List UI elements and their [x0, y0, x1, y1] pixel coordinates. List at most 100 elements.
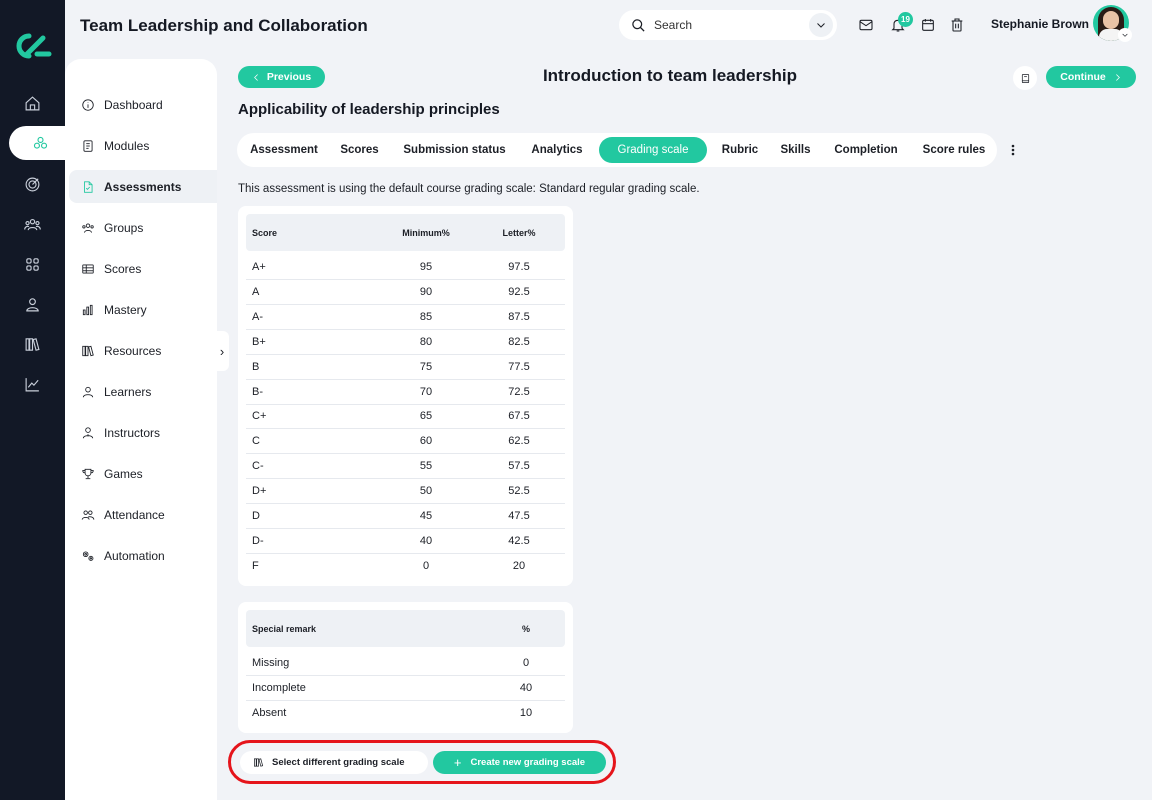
letter-cell: 77.5: [508, 360, 530, 373]
gears-icon: [82, 550, 94, 561]
book-button[interactable]: [1013, 66, 1037, 90]
table-row: Absent 10: [246, 701, 565, 726]
previous-label: Previous: [266, 71, 312, 83]
table-row: D+ 50 52.5: [246, 479, 565, 505]
chevron-down-icon: [1122, 33, 1128, 37]
sidebar-item-resources[interactable]: Resources: [69, 334, 217, 367]
sidebar-item-label: Modules: [104, 138, 150, 153]
calendar-button[interactable]: [920, 17, 936, 33]
rail-home[interactable]: [0, 86, 65, 120]
sidebar-item-learners[interactable]: Learners: [69, 375, 217, 408]
trash-icon: [951, 18, 963, 32]
continue-label: Continue: [1060, 71, 1106, 83]
sidebar-item-scores[interactable]: Scores: [69, 252, 217, 285]
table-row: C 60 62.5: [246, 429, 565, 455]
instructor-icon: [82, 426, 94, 438]
minimum-cell: 50: [419, 485, 433, 498]
rail-people[interactable]: [0, 207, 65, 241]
chevron-right-icon: ›: [219, 343, 225, 359]
app-title: Team Leadership and Collaboration: [80, 16, 368, 35]
sidebar-item-modules[interactable]: Modules: [69, 129, 217, 162]
book-icon: [1021, 73, 1029, 83]
notification-badge: 19: [898, 12, 913, 27]
tab-grading-scale[interactable]: Grading scale: [599, 137, 707, 163]
more-vertical-icon: [1011, 144, 1015, 156]
user-icon: [26, 297, 39, 311]
table-row: F 0 20: [246, 554, 565, 579]
tab-submission-status[interactable]: Submission status: [395, 137, 514, 163]
search-icon: [632, 18, 645, 32]
tab-score-rules[interactable]: Score rules: [917, 137, 991, 163]
info-icon: [82, 98, 94, 111]
table-row: B 75 77.5: [246, 355, 565, 380]
column-header-score: Score: [252, 227, 278, 238]
tab-skills[interactable]: Skills: [773, 137, 818, 163]
more-tabs-button[interactable]: [1005, 142, 1021, 158]
sidebar-item-label: Attendance: [104, 507, 165, 522]
books-icon: [82, 345, 94, 356]
table-row: A- 85 87.5: [246, 305, 565, 330]
letter-cell: 57.5: [508, 460, 530, 473]
sidebar-item-attendance[interactable]: Attendance: [69, 498, 217, 531]
create-grading-scale-button[interactable]: + Create new grading scale: [433, 751, 606, 774]
letter-cell: 82.5: [508, 335, 530, 348]
table-row: Incomplete 40: [246, 676, 565, 701]
score-cell: B-: [252, 385, 263, 398]
search-box[interactable]: Search: [619, 10, 837, 40]
tab-scores[interactable]: Scores: [333, 137, 386, 163]
select-grading-scale-label: Select different grading scale: [272, 757, 405, 768]
letter-cell: 62.5: [508, 435, 530, 448]
tab-rubric[interactable]: Rubric: [715, 137, 765, 163]
column-header-letter: Letter%: [502, 227, 536, 238]
table-row: A 90 92.5: [246, 280, 565, 305]
rail-courses[interactable]: [9, 126, 71, 160]
score-cell: A+: [252, 261, 266, 273]
select-grading-scale-button[interactable]: Select different grading scale: [240, 751, 428, 774]
score-cell: C: [252, 435, 260, 448]
sidebar-item-instructors[interactable]: Instructors: [69, 416, 217, 449]
rail-chart[interactable]: [0, 367, 65, 401]
letter-cell: 72.5: [508, 385, 530, 398]
minimum-cell: 65: [419, 410, 433, 423]
tab-analytics[interactable]: Analytics: [522, 137, 592, 163]
column-header-percent: %: [521, 623, 530, 634]
sidebar-item-games[interactable]: Games: [69, 457, 217, 490]
rail-target[interactable]: [0, 167, 65, 201]
books-icon: [254, 758, 264, 767]
sidebar-item-groups[interactable]: Groups: [69, 211, 217, 244]
search-dropdown-button[interactable]: [809, 13, 833, 37]
sidebar-item-assessments[interactable]: Assessments: [69, 170, 217, 203]
tab-assessment[interactable]: Assessment: [241, 137, 327, 163]
app-logo[interactable]: [13, 30, 53, 62]
rail-user[interactable]: [0, 287, 65, 321]
score-cell: C-: [252, 460, 264, 473]
continue-button[interactable]: Continue: [1046, 66, 1136, 88]
column-header-minimum: Minimum%: [402, 227, 450, 238]
groups-icon: [82, 222, 94, 233]
sidebar-collapse-toggle[interactable]: ›: [215, 331, 229, 371]
table-row: C+ 65 67.5: [246, 404, 565, 430]
previous-button[interactable]: Previous: [238, 66, 325, 88]
tab-completion[interactable]: Completion: [826, 137, 906, 163]
sidebar-item-dashboard[interactable]: Dashboard: [69, 88, 217, 121]
minimum-cell: 40: [419, 534, 433, 547]
document-icon: [83, 139, 93, 152]
rail-apps[interactable]: [0, 247, 65, 281]
column-header-special-remark: Special remark: [252, 623, 317, 634]
calendar-icon: [922, 19, 934, 31]
score-cell: B: [252, 360, 260, 373]
sidebar-item-label: Assessments: [104, 179, 182, 194]
minimum-cell: 70: [419, 385, 433, 398]
sidebar-item-mastery[interactable]: Mastery: [69, 293, 217, 326]
chevron-left-icon: [253, 73, 258, 81]
chevron-right-icon: [1115, 73, 1120, 81]
score-cell: B+: [252, 335, 266, 348]
messages-button[interactable]: [858, 17, 874, 33]
rail-library[interactable]: [0, 327, 65, 361]
page-title: Introduction to team leadership: [542, 66, 798, 85]
chart-icon: [25, 377, 39, 391]
trash-button[interactable]: [949, 17, 965, 33]
sidebar-item-automation[interactable]: Automation: [69, 539, 217, 572]
remark-cell: Missing: [252, 657, 290, 669]
user-menu-button[interactable]: [1118, 28, 1132, 42]
